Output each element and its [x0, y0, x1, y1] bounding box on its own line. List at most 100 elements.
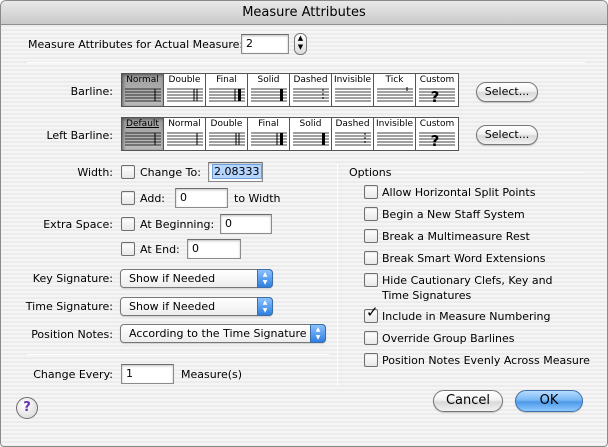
barline-normal-icon — [125, 88, 161, 102]
barline-dashed-icon — [335, 132, 371, 146]
barline-final-button[interactable]: Final — [206, 74, 248, 106]
left-barline-default-button[interactable]: Default — [122, 118, 164, 150]
barline-option-label: Tick — [385, 75, 404, 85]
barline-final-icon — [251, 132, 287, 146]
option-label: Break a Multimeasure Rest — [382, 230, 530, 243]
add-suffix: to Width — [234, 192, 281, 205]
barline-double-button[interactable]: Double — [164, 74, 206, 106]
at-beginning-field[interactable]: 0 — [220, 214, 272, 234]
barline-solid-button[interactable]: Solid — [248, 74, 290, 106]
ok-button[interactable]: OK — [515, 390, 583, 412]
barline-option-label: Final — [216, 75, 237, 85]
at-beginning-label: At Beginning: — [140, 218, 215, 231]
separator-bottom-left — [27, 354, 329, 355]
option-checkbox[interactable] — [364, 353, 378, 367]
time-signature-popup[interactable]: Show if Needed ▲ ▼ — [120, 297, 273, 316]
left-barline-selector: Default Normal Double Final Solid Dashed Invis… — [121, 117, 459, 151]
barline-option-label: Solid — [257, 75, 280, 85]
cancel-button[interactable]: Cancel — [433, 390, 503, 412]
options-title: Options — [349, 166, 392, 179]
barline-option-label: Normal — [126, 75, 159, 85]
position-notes-label: Position Notes: — [31, 328, 113, 341]
key-signature-popup[interactable]: Show if Needed ▲ ▼ — [120, 269, 273, 288]
options-separator — [396, 172, 585, 173]
option-checkbox[interactable] — [364, 273, 378, 287]
barline-tick-button[interactable]: Tick — [374, 74, 416, 106]
barline-final-icon — [209, 88, 245, 102]
barline-dashed-button[interactable]: Dashed — [290, 74, 332, 106]
change-every-field[interactable]: 1 — [121, 364, 174, 384]
stepper-up-icon[interactable]: ▲ — [295, 34, 306, 43]
barline-option-label: Custom — [419, 75, 455, 85]
barline-option-label: Invisible — [333, 75, 372, 85]
option-label-continued: Time Signatures — [382, 289, 472, 302]
left-barline-solid-button[interactable]: Solid — [290, 118, 332, 150]
option-label: Include in Measure Numbering — [382, 310, 551, 323]
add-checkbox[interactable] — [121, 191, 135, 205]
option-label: Position Notes Evenly Across Measure — [382, 354, 590, 367]
barline-default-icon — [125, 132, 161, 146]
option-checkbox[interactable] — [364, 207, 378, 221]
change-every-suffix: Measure(s) — [181, 368, 243, 381]
barline-double-icon — [209, 132, 245, 146]
measure-attributes-dialog: Measure Attributes Measure Attributes fo… — [0, 0, 608, 447]
option-checkbox[interactable] — [364, 251, 378, 265]
separator-top — [27, 62, 585, 63]
change-to-field[interactable]: 2.08333 — [208, 162, 263, 182]
barline-solid-icon — [251, 88, 287, 102]
barline-custom-button[interactable]: Custom? — [416, 74, 458, 106]
at-end-value: 0 — [192, 242, 199, 255]
change-to-value: 2.08333 — [212, 164, 262, 179]
barline-option-label: Dashed — [293, 75, 328, 85]
barline-tick-icon — [377, 87, 413, 102]
option-label: Begin a New Staff System — [382, 208, 525, 221]
barline-label: Barline: — [70, 85, 113, 98]
option-checkbox[interactable]: ✓ — [364, 305, 379, 323]
at-end-checkbox[interactable] — [121, 242, 135, 256]
option-checkbox[interactable] — [364, 185, 378, 199]
left-barline-option-label: Custom — [419, 119, 455, 129]
barline-select-button[interactable]: Select... — [476, 82, 538, 102]
change-every-value: 1 — [126, 367, 133, 380]
svg-text:?: ? — [431, 132, 440, 147]
at-end-field[interactable]: 0 — [187, 239, 241, 259]
barline-invisible-icon — [377, 132, 413, 146]
popup-arrows-icon: ▲ ▼ — [257, 269, 273, 288]
left-barline-option-label: Solid — [299, 119, 322, 129]
barline-normal-button[interactable]: Normal — [122, 74, 164, 106]
position-notes-popup[interactable]: According to the Time Signature ▲ ▼ — [120, 324, 326, 343]
left-barline-option-label: Final — [258, 119, 279, 129]
stepper-down-icon[interactable]: ▼ — [295, 43, 306, 52]
add-value: 0 — [180, 191, 187, 204]
change-to-checkbox[interactable] — [121, 165, 135, 179]
barline-normal-icon — [167, 132, 203, 146]
left-barline-dashed-button[interactable]: Dashed — [332, 118, 374, 150]
measure-stepper[interactable]: ▲ ▼ — [294, 33, 307, 55]
add-label: Add: — [140, 192, 166, 205]
barline-invisible-button[interactable]: Invisible — [332, 74, 374, 106]
position-notes-value: According to the Time Signature — [129, 327, 307, 340]
key-signature-label: Key Signature: — [32, 272, 113, 285]
left-barline-final-button[interactable]: Final — [248, 118, 290, 150]
left-barline-select-button[interactable]: Select... — [476, 125, 538, 145]
key-signature-value: Show if Needed — [129, 272, 216, 285]
measure-number-field[interactable]: 2 — [241, 34, 289, 54]
help-button[interactable]: ? — [16, 397, 38, 419]
left-barline-double-button[interactable]: Double — [206, 118, 248, 150]
option-label: Override Group Barlines — [382, 332, 515, 345]
option-checkbox[interactable] — [364, 331, 378, 345]
left-barline-normal-button[interactable]: Normal — [164, 118, 206, 150]
left-barline-invisible-button[interactable]: Invisible — [374, 118, 416, 150]
vertical-separator — [337, 164, 338, 386]
option-label: Allow Horizontal Split Points — [382, 186, 536, 199]
at-beginning-checkbox[interactable] — [121, 217, 135, 231]
time-signature-value: Show if Needed — [129, 300, 216, 313]
add-field[interactable]: 0 — [175, 188, 228, 208]
option-label: Hide Cautionary Clefs, Key and — [382, 274, 553, 287]
barline-custom-icon: ? — [419, 88, 455, 103]
left-barline-option-label: Dashed — [335, 119, 370, 129]
option-checkbox[interactable] — [364, 229, 378, 243]
left-barline-custom-button[interactable]: Custom? — [416, 118, 458, 150]
popup-arrows-icon: ▲ ▼ — [257, 297, 273, 316]
svg-text:?: ? — [431, 88, 440, 103]
